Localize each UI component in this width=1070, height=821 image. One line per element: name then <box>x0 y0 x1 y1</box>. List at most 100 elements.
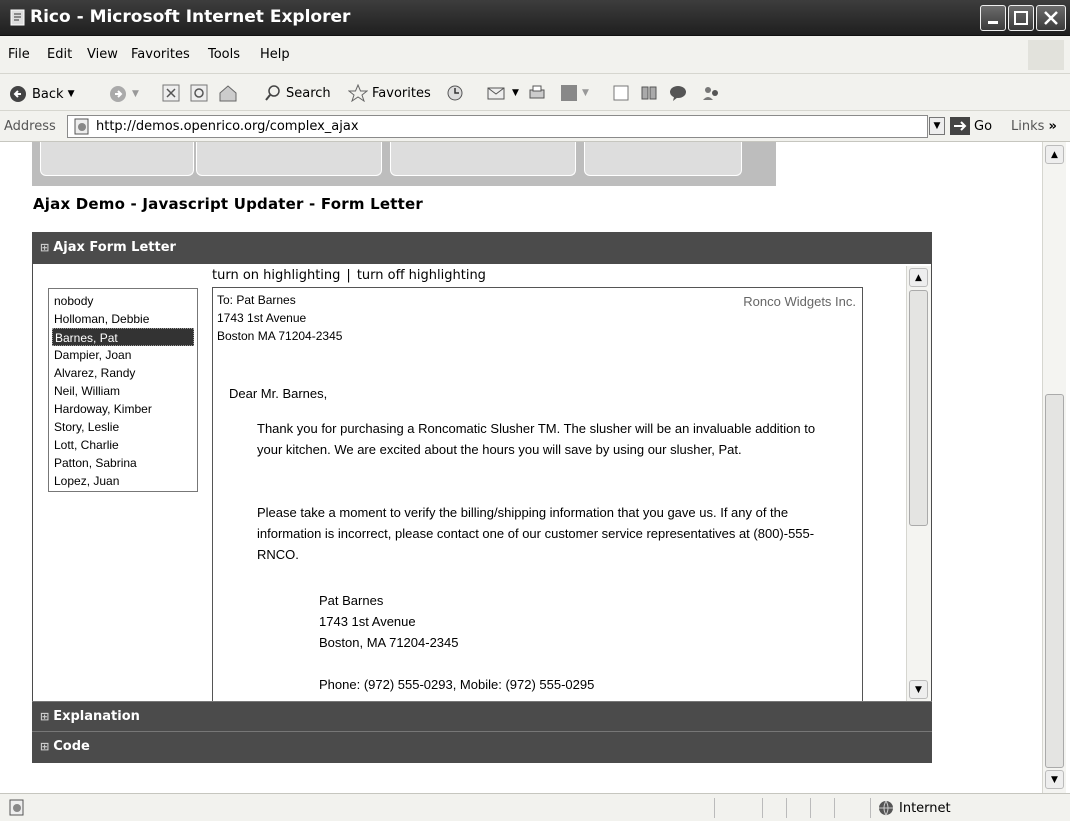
people-icon <box>703 87 718 100</box>
edit-button[interactable]: ▼ <box>560 84 589 102</box>
grid-icon: ⊞ <box>40 740 50 753</box>
name-option[interactable]: Story, Leslie <box>52 418 194 436</box>
shipping-line: Boston, MA 71204-2345 <box>319 635 459 650</box>
stop-icon <box>162 84 180 102</box>
address-url: http://demos.openrico.org/complex_ajax <box>96 119 359 134</box>
forward-arrow-icon <box>110 86 126 102</box>
messenger-button[interactable] <box>668 84 688 102</box>
forward-button[interactable]: ▼ <box>108 84 139 104</box>
letter-scrollbar[interactable]: ▲ ▼ <box>906 266 931 702</box>
mail-icon <box>487 87 505 100</box>
close-button[interactable] <box>1036 5 1066 31</box>
refresh-icon <box>190 84 208 102</box>
menu-view[interactable]: View <box>87 47 118 62</box>
panel-header-explanation[interactable]: ⊞ Explanation <box>32 701 932 732</box>
greeting: Dear Mr. Barnes, <box>229 386 328 401</box>
name-option[interactable]: Hardoway, Kimber <box>52 400 194 418</box>
name-option[interactable]: Barnes, Pat <box>52 328 194 346</box>
go-arrow-icon <box>950 117 970 135</box>
globe-icon <box>879 800 893 816</box>
grid-icon: ⊞ <box>40 710 50 723</box>
maximize-button[interactable] <box>1008 5 1034 31</box>
site-nav-tabs <box>32 142 776 186</box>
refresh-button[interactable] <box>190 84 208 102</box>
messenger-icon <box>670 86 686 101</box>
print-button[interactable] <box>528 84 546 102</box>
panel-header-code[interactable]: ⊞ Code <box>32 731 932 762</box>
home-button[interactable] <box>218 84 238 102</box>
research-button[interactable] <box>640 84 658 102</box>
chevron-down-icon: ▼ <box>1051 775 1058 785</box>
shipping-line: Pat Barnes <box>319 593 384 608</box>
window-title: Rico - Microsoft Internet Explorer <box>30 7 351 27</box>
grid-icon: ⊞ <box>40 241 50 254</box>
names-listbox[interactable]: nobody Holloman, Debbie Barnes, Pat Dampier… <box>48 288 198 492</box>
chevron-down-icon: ▼ <box>512 88 519 98</box>
research-icon <box>641 86 657 100</box>
tools-extra-button[interactable] <box>700 84 722 102</box>
turn-on-highlighting-link[interactable]: turn on highlighting <box>212 268 340 283</box>
site-nav-tab[interactable] <box>196 142 382 176</box>
search-button[interactable]: Search <box>264 84 331 102</box>
site-nav-tab[interactable] <box>390 142 576 176</box>
minimize-icon <box>988 21 998 24</box>
star-icon <box>348 84 368 102</box>
mail-button[interactable]: ▼ <box>486 84 519 102</box>
turn-off-highlighting-link[interactable]: turn off highlighting <box>357 268 486 283</box>
panel-header-form-letter[interactable]: ⊞ Ajax Form Letter <box>32 233 932 264</box>
scroll-down-button[interactable]: ▼ <box>909 680 928 699</box>
edit-page-icon <box>561 85 577 101</box>
to-line: To: Pat Barnes <box>217 293 296 307</box>
stop-button[interactable] <box>162 84 180 102</box>
status-bar: Internet <box>0 793 1070 821</box>
address-bar: Address http://demos.openrico.org/comple… <box>0 111 1070 142</box>
history-button[interactable] <box>446 84 464 102</box>
scroll-down-button[interactable]: ▼ <box>1045 770 1064 789</box>
page-icon <box>74 118 89 135</box>
letter-paragraph: Please take a moment to verify the billi… <box>257 505 815 562</box>
name-option[interactable]: Lott, Charlie <box>52 436 194 454</box>
favorites-button[interactable]: Favorites <box>348 84 431 102</box>
scroll-thumb[interactable] <box>1045 394 1064 768</box>
chevron-down-icon: ▼ <box>933 121 941 131</box>
address-input[interactable]: http://demos.openrico.org/complex_ajax <box>67 115 928 138</box>
site-nav-tab[interactable] <box>40 142 194 176</box>
name-option[interactable]: Holloman, Debbie <box>52 310 194 328</box>
name-option[interactable]: Patton, Sabrina <box>52 454 194 472</box>
back-arrow-icon <box>10 86 26 102</box>
discuss-button[interactable] <box>612 84 630 102</box>
chevron-right-icon: » <box>1048 119 1057 134</box>
page-viewport: Ajax Demo - Javascript Updater - Form Le… <box>0 142 1040 793</box>
print-icon <box>529 85 545 99</box>
chevron-up-icon: ▲ <box>1051 150 1058 160</box>
chevron-down-icon: ▼ <box>582 88 589 98</box>
links-button[interactable]: Links » <box>1011 119 1057 134</box>
menu-help[interactable]: Help <box>260 47 290 62</box>
go-button[interactable]: Go <box>950 117 992 135</box>
name-option[interactable]: Dampier, Joan <box>52 346 194 364</box>
title-bar[interactable]: Rico - Microsoft Internet Explorer <box>0 0 1070 36</box>
minimize-button[interactable] <box>980 5 1006 31</box>
scroll-up-button[interactable]: ▲ <box>1045 145 1064 164</box>
scroll-up-button[interactable]: ▲ <box>909 268 928 287</box>
name-option[interactable]: nobody <box>52 292 194 310</box>
name-option[interactable]: Alvarez, Randy <box>52 364 194 382</box>
name-option[interactable]: Lopez, Juan <box>52 472 194 490</box>
search-icon <box>265 85 280 101</box>
page-title: Ajax Demo - Javascript Updater - Form Le… <box>33 195 423 213</box>
menu-favorites[interactable]: Favorites <box>131 47 190 62</box>
menu-tools[interactable]: Tools <box>208 47 240 62</box>
name-option[interactable]: Neil, William <box>52 382 194 400</box>
form-letter: Ronco Widgets Inc. To: Pat Barnes 1743 1… <box>212 287 863 701</box>
security-zone: Internet <box>878 800 951 816</box>
page-scrollbar[interactable]: ▲ ▼ <box>1042 142 1066 793</box>
ie-icon <box>10 9 25 26</box>
site-nav-tab[interactable] <box>584 142 742 176</box>
windows-logo-icon <box>1028 40 1064 70</box>
back-button[interactable]: Back ▼ <box>8 84 74 104</box>
scroll-thumb[interactable] <box>909 290 928 526</box>
address-dropdown-button[interactable]: ▼ <box>929 117 945 135</box>
menu-file[interactable]: File <box>8 47 30 62</box>
separator: | <box>346 268 351 283</box>
menu-edit[interactable]: Edit <box>47 47 72 62</box>
